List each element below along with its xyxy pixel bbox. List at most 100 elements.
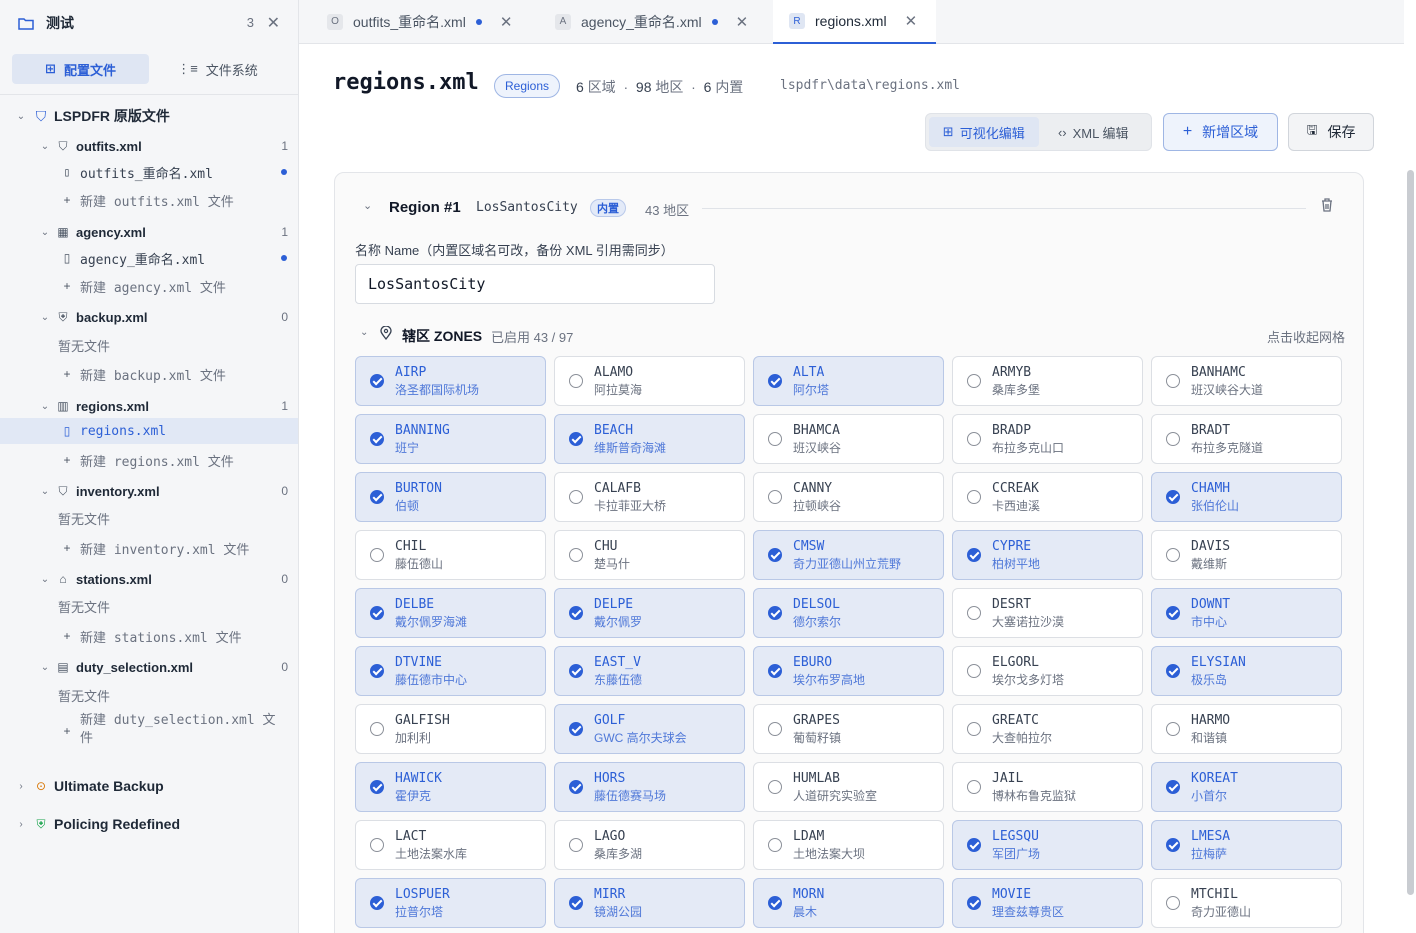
unchecked-icon[interactable]	[768, 780, 782, 794]
zone-card[interactable]: GRAPES 葡萄籽镇	[753, 704, 944, 754]
checked-icon[interactable]	[768, 896, 782, 910]
close-icon[interactable]: ✕	[905, 12, 918, 30]
zone-card[interactable]: LDAM 土地法案大坝	[753, 820, 944, 870]
checked-icon[interactable]	[967, 896, 981, 910]
zone-card[interactable]: CHU 楚马什	[554, 530, 745, 580]
zone-card[interactable]: EBURO 埃尔布罗高地	[753, 646, 944, 696]
tree-root-lspdfr[interactable]: ⌄ ⛉ LSPDFR 原版文件	[0, 103, 298, 129]
zone-card[interactable]: CCREAK 卡西迪溪	[952, 472, 1143, 522]
zone-card[interactable]: LMESA 拉梅萨	[1151, 820, 1342, 870]
unchecked-icon[interactable]	[768, 490, 782, 504]
unchecked-icon[interactable]	[370, 548, 384, 562]
scrollbar-thumb[interactable]	[1407, 170, 1414, 895]
zone-card[interactable]: DELPE 戴尔佩罗	[554, 588, 745, 638]
checked-icon[interactable]	[370, 606, 384, 620]
zone-card[interactable]: DELBE 戴尔佩罗海滩	[355, 588, 546, 638]
checked-icon[interactable]	[1166, 490, 1180, 504]
checked-icon[interactable]	[370, 664, 384, 678]
zone-card[interactable]: MIRR 镜湖公园	[554, 878, 745, 928]
checked-icon[interactable]	[370, 374, 384, 388]
unchecked-icon[interactable]	[967, 374, 981, 388]
zone-card[interactable]: CANNY 拉顿峡谷	[753, 472, 944, 522]
checked-icon[interactable]	[1166, 780, 1180, 794]
unchecked-icon[interactable]	[768, 432, 782, 446]
zone-card[interactable]: CMSW 奇力亚德山州立荒野	[753, 530, 944, 580]
zone-card[interactable]: KOREAT 小首尔	[1151, 762, 1342, 812]
zone-card[interactable]: BHAMCA 班汉峡谷	[753, 414, 944, 464]
unchecked-icon[interactable]	[569, 548, 583, 562]
zone-card[interactable]: DELSOL 德尔索尔	[753, 588, 944, 638]
unchecked-icon[interactable]	[1166, 896, 1180, 910]
region-name-input[interactable]	[355, 264, 715, 304]
add-region-button[interactable]: + 新增区域	[1163, 113, 1278, 151]
tab-regions[interactable]: R regions.xml ✕	[773, 0, 936, 44]
unchecked-icon[interactable]	[967, 432, 981, 446]
zone-card[interactable]: BRADT 布拉多克隧道	[1151, 414, 1342, 464]
zone-card[interactable]: HUMLAB 人道研究实验室	[753, 762, 944, 812]
tree-new-backup[interactable]: + 新建 backup.xml 文件	[0, 361, 298, 387]
collapse-grid-link[interactable]: 点击收起网格	[1267, 327, 1345, 346]
tree-group-duty-selection[interactable]: ⌄ ▤ duty_selection.xml 0	[0, 654, 298, 680]
checked-icon[interactable]	[569, 722, 583, 736]
tree-file-regions[interactable]: ▯ regions.xml	[0, 418, 298, 444]
checked-icon[interactable]	[569, 432, 583, 446]
unchecked-icon[interactable]	[370, 722, 384, 736]
unchecked-icon[interactable]	[967, 490, 981, 504]
unchecked-icon[interactable]	[768, 838, 782, 852]
chevron-down-icon[interactable]: ⌄	[363, 199, 372, 212]
unchecked-icon[interactable]	[967, 664, 981, 678]
zone-card[interactable]: CHIL 藤伍德山	[355, 530, 546, 580]
tree-group-agency[interactable]: ⌄ ▦ agency.xml 1	[0, 219, 298, 245]
checked-icon[interactable]	[370, 896, 384, 910]
zone-card[interactable]: MTCHIL 奇力亚德山	[1151, 878, 1342, 928]
tab-agency[interactable]: A agency_重命名.xml ✕	[555, 0, 760, 43]
checked-icon[interactable]	[1166, 664, 1180, 678]
zone-card[interactable]: GALFISH 加利利	[355, 704, 546, 754]
unchecked-icon[interactable]	[967, 606, 981, 620]
zone-card[interactable]: LEGSQU 军团广场	[952, 820, 1143, 870]
zone-card[interactable]: ELGORL 埃尔戈多灯塔	[952, 646, 1143, 696]
checked-icon[interactable]	[569, 896, 583, 910]
save-button[interactable]: 🖫 保存	[1288, 113, 1374, 151]
zone-card[interactable]: ALAMO 阿拉莫海	[554, 356, 745, 406]
trash-icon[interactable]	[1320, 197, 1334, 213]
tree-new-stations[interactable]: + 新建 stations.xml 文件	[0, 623, 298, 649]
tree-file-agency[interactable]: ▯ agency_重命名.xml	[0, 245, 298, 271]
chevron-down-icon[interactable]: ⌄	[360, 327, 368, 338]
tab-outfits[interactable]: O outfits_重命名.xml ✕	[327, 0, 524, 43]
tree-new-agency[interactable]: + 新建 agency.xml 文件	[0, 273, 298, 299]
tree-root-ultimate-backup[interactable]: › ⊙ Ultimate Backup	[0, 773, 298, 799]
checked-icon[interactable]	[768, 374, 782, 388]
tree-new-duty-selection[interactable]: + 新建 duty_selection.xml 文 件	[0, 712, 298, 752]
zone-card[interactable]: LOSPUER 拉普尔塔	[355, 878, 546, 928]
unchecked-icon[interactable]	[1166, 722, 1180, 736]
zone-card[interactable]: ELYSIAN 极乐岛	[1151, 646, 1342, 696]
checked-icon[interactable]	[370, 780, 384, 794]
unchecked-icon[interactable]	[569, 374, 583, 388]
visual-edit-button[interactable]: ⊞ 可视化编辑	[929, 117, 1039, 147]
checked-icon[interactable]	[569, 780, 583, 794]
checked-icon[interactable]	[768, 664, 782, 678]
zone-card[interactable]: BEACH 维斯普奇海滩	[554, 414, 745, 464]
unchecked-icon[interactable]	[1166, 432, 1180, 446]
zone-card[interactable]: GREATC 大查帕拉尔	[952, 704, 1143, 754]
zone-card[interactable]: LACT 土地法案水库	[355, 820, 546, 870]
zone-card[interactable]: CHAMH 张伯伦山	[1151, 472, 1342, 522]
tree-file-outfits[interactable]: ▯ outfits_重命名.xml	[0, 159, 298, 185]
close-icon[interactable]: ✕	[500, 13, 513, 31]
zone-card[interactable]: GOLF GWC 高尔夫球会	[554, 704, 745, 754]
zone-card[interactable]: DOWNT 市中心	[1151, 588, 1342, 638]
filesystem-button[interactable]: ⋮≡ 文件系统	[149, 54, 286, 84]
unchecked-icon[interactable]	[768, 722, 782, 736]
zone-card[interactable]: LAGO 桑库多湖	[554, 820, 745, 870]
zone-card[interactable]: CALAFB 卡拉菲亚大桥	[554, 472, 745, 522]
checked-icon[interactable]	[768, 606, 782, 620]
zone-card[interactable]: MOVIE 理查兹尊贵区	[952, 878, 1143, 928]
tree-group-backup[interactable]: ⌄ ⛨ backup.xml 0	[0, 304, 298, 330]
unchecked-icon[interactable]	[370, 838, 384, 852]
zone-card[interactable]: BURTON 伯顿	[355, 472, 546, 522]
tree-root-policing-redefined[interactable]: › ⛨ Policing Redefined	[0, 811, 298, 837]
unchecked-icon[interactable]	[569, 838, 583, 852]
zone-card[interactable]: HORS 藤伍德赛马场	[554, 762, 745, 812]
tree-group-outfits[interactable]: ⌄ ⛉ outfits.xml 1	[0, 133, 298, 159]
